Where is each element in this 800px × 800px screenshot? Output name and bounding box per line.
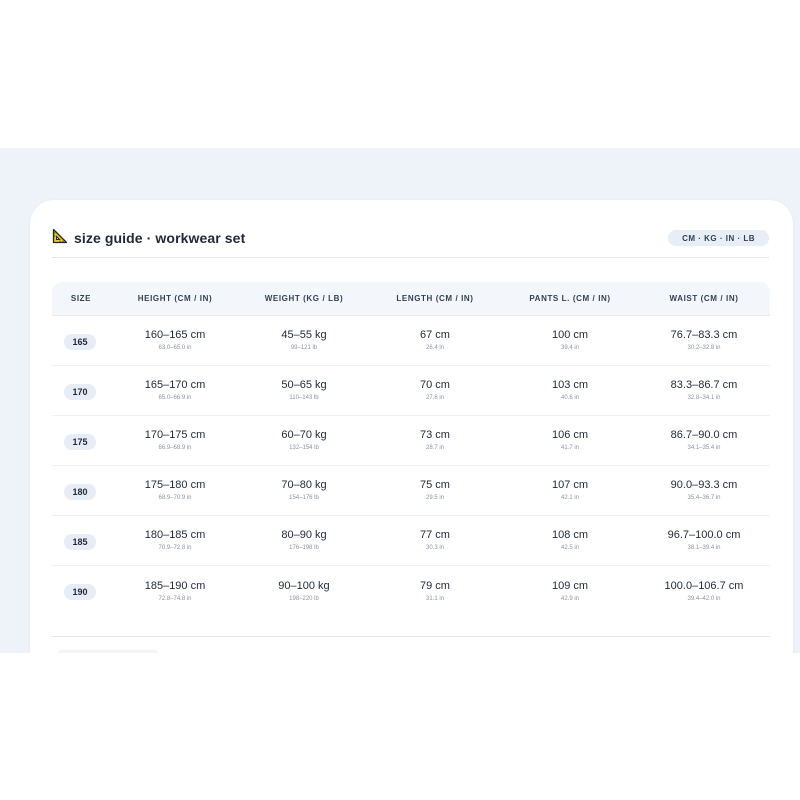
weight-value: 60–70 kg [281, 429, 327, 441]
pants-length-value: 108 cm [551, 529, 589, 541]
height-value: 170–175 cm [144, 429, 206, 441]
weight-value: 50–65 kg [281, 379, 327, 391]
pants-length-inches: 41.7 in [560, 445, 579, 451]
column-header-height: HEIGHT (CM / IN) [137, 294, 213, 303]
length-inches: 27.6 in [425, 395, 444, 401]
length-value: 67 cm [420, 329, 450, 341]
length-inches: 28.7 in [425, 445, 444, 451]
waist-inches: 32.8–34.1 in [687, 395, 721, 401]
weight-pounds: 110–143 lb [289, 395, 319, 401]
weight-value: 90–100 kg [278, 579, 330, 592]
waist-value: 76.7–83.3 cm [670, 329, 738, 341]
weight-pounds: 198–220 lb [289, 595, 319, 602]
height-inches: 70.9–72.8 in [158, 545, 192, 551]
weight-pounds: 154–176 lb [289, 495, 319, 501]
height-value: 180–185 cm [144, 529, 206, 541]
length-inches: 31.1 in [425, 595, 444, 602]
size-badge: 180 [64, 483, 96, 500]
table-row: 165 160–165 cm 63.0–65.0 in 45–55 kg 99–12… [52, 316, 770, 366]
waist-inches: 30.2–32.8 in [687, 345, 721, 351]
size-guide-card: size guide · workwear set CM · KG · IN ·… [30, 200, 793, 653]
pants-length-inches: 42.5 in [560, 545, 579, 551]
height-inches: 63.0–65.0 in [158, 345, 192, 351]
waist-inches: 34.1–35.4 in [687, 445, 721, 451]
table-row: 175 170–175 cm 66.9–68.9 in 60–70 kg 132–1… [52, 416, 770, 466]
waist-value: 83.3–86.7 cm [670, 379, 738, 391]
footer-divider [52, 636, 770, 637]
pants-length-inches: 42.1 in [560, 495, 579, 501]
height-value: 160–165 cm [144, 329, 206, 341]
pants-length-value: 103 cm [551, 379, 589, 391]
height-value: 185–190 cm [144, 579, 206, 592]
weight-pounds: 99–121 lb [290, 345, 318, 351]
weight-value: 80–90 kg [281, 529, 327, 541]
column-header-waist: WAIST (CM / IN) [669, 294, 739, 303]
weight-pounds: 132–154 lb [289, 445, 319, 451]
table-header: SIZE HEIGHT (CM / IN) WEIGHT (KG / LB) L… [52, 282, 770, 316]
size-badge: 165 [64, 333, 96, 350]
size-badge: 190 [64, 584, 96, 600]
size-badge: 175 [64, 433, 96, 450]
height-value: 175–180 cm [144, 479, 206, 491]
size-badge: 185 [64, 533, 96, 550]
waist-inches: 38.1–39.4 in [687, 545, 721, 551]
pants-length-inches: 42.9 in [560, 595, 579, 602]
weight-value: 45–55 kg [281, 329, 327, 341]
column-header-pants-length: PANTS L. (CM / IN) [529, 294, 611, 303]
height-inches: 68.9–70.9 in [158, 495, 192, 501]
pants-length-value: 106 cm [551, 429, 589, 441]
title-group: size guide · workwear set [52, 228, 245, 248]
height-inches: 66.9–68.9 in [158, 445, 192, 451]
table-row: 190 185–190 cm 72.8–74.8 in 90–100 kg 198–… [52, 566, 770, 616]
footer-pill [56, 650, 160, 653]
length-value: 73 cm [420, 429, 450, 441]
length-value: 75 cm [420, 479, 450, 491]
pants-length-inches: 39.4 in [560, 345, 579, 351]
page-background: size guide · workwear set CM · KG · IN ·… [0, 148, 800, 653]
length-inches: 26.4 in [425, 345, 444, 351]
waist-value: 96.7–100.0 cm [667, 529, 741, 541]
table-row: 185 180–185 cm 70.9–72.8 in 80–90 kg 176–1… [52, 516, 770, 566]
pants-length-value: 107 cm [551, 479, 589, 491]
height-value: 165–170 cm [144, 379, 206, 391]
triangle-ruler-icon [52, 228, 68, 249]
units-toggle[interactable]: CM · KG · IN · LB [668, 230, 769, 246]
height-inches: 72.8–74.8 in [158, 595, 192, 602]
pants-length-value: 109 cm [551, 579, 589, 592]
length-value: 77 cm [420, 529, 450, 541]
pants-length-value: 100 cm [551, 329, 589, 341]
size-badge: 170 [64, 383, 96, 400]
column-header-length: LENGTH (CM / IN) [396, 294, 474, 303]
weight-value: 70–80 kg [281, 479, 327, 491]
length-inches: 30.3 in [425, 545, 444, 551]
waist-value: 90.0–93.3 cm [670, 479, 738, 491]
height-inches: 65.0–66.9 in [158, 395, 192, 401]
table-row: 170 165–170 cm 65.0–66.9 in 50–65 kg 110–1… [52, 366, 770, 416]
page-title: size guide · workwear set [74, 230, 246, 246]
length-value: 70 cm [420, 379, 450, 391]
table-row: 180 175–180 cm 68.9–70.9 in 70–80 kg 154–1… [52, 466, 770, 516]
waist-value: 86.7–90.0 cm [670, 429, 738, 441]
pants-length-inches: 40.6 in [560, 395, 579, 401]
card-header: size guide · workwear set CM · KG · IN ·… [52, 228, 769, 258]
length-value: 79 cm [420, 579, 450, 592]
waist-inches: 39.4–42.0 in [687, 595, 721, 602]
size-table: SIZE HEIGHT (CM / IN) WEIGHT (KG / LB) L… [52, 282, 770, 616]
waist-value: 100.0–106.7 cm [664, 579, 744, 592]
weight-pounds: 176–198 lb [289, 545, 319, 551]
column-header-size: SIZE [70, 294, 92, 303]
length-inches: 29.5 in [425, 495, 444, 501]
waist-inches: 35.4–36.7 in [687, 495, 721, 501]
column-header-weight: WEIGHT (KG / LB) [264, 294, 344, 303]
